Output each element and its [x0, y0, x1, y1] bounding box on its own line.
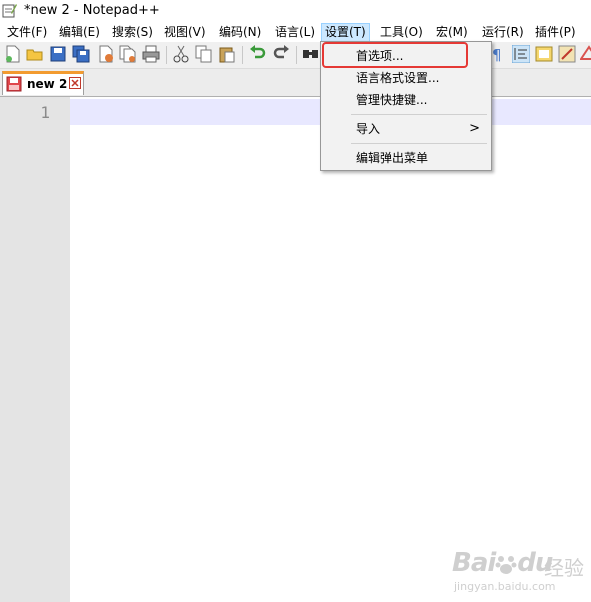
- menu-file[interactable]: 文件(F): [4, 24, 50, 41]
- unsaved-file-icon: [6, 76, 22, 92]
- menu-tools[interactable]: 工具(O): [377, 24, 426, 41]
- save-icon[interactable]: [49, 45, 67, 63]
- open-file-icon[interactable]: [26, 45, 44, 63]
- menu-edit[interactable]: 编辑(E): [56, 24, 103, 41]
- paste-icon[interactable]: [218, 45, 236, 63]
- menu-item-label: 导入: [356, 122, 381, 136]
- menu-item-label: 管理快捷键...: [356, 93, 428, 107]
- watermark-brand-part1: Bai: [452, 548, 496, 578]
- function-list-icon[interactable]: [558, 45, 576, 63]
- menu-search[interactable]: 搜索(S): [109, 24, 156, 41]
- tab-close-icon[interactable]: [69, 77, 81, 89]
- find-icon[interactable]: [302, 45, 320, 63]
- menu-separator: [351, 143, 487, 144]
- notepad-app-icon: [2, 4, 17, 18]
- close-icon[interactable]: [97, 45, 115, 63]
- watermark-url: jingyan.baidu.com: [454, 580, 556, 593]
- undo-icon[interactable]: [249, 45, 267, 63]
- menu-separator: [351, 114, 487, 115]
- paw-icon: [495, 556, 517, 574]
- annotation-highlight-box: [322, 42, 468, 68]
- title-bar: *new 2 - Notepad++: [0, 0, 591, 22]
- cut-icon[interactable]: [172, 45, 190, 63]
- menu-bar: 文件(F) 编辑(E) 搜索(S) 视图(V) 编码(N) 语言(L) 设置(T…: [0, 22, 591, 42]
- new-file-icon[interactable]: [4, 45, 22, 63]
- print-icon[interactable]: [142, 45, 160, 63]
- menu-item-style-configurator[interactable]: 语言格式设置...: [322, 67, 490, 89]
- menu-item-edit-popup-menu[interactable]: 编辑弹出菜单: [322, 147, 490, 169]
- menu-language[interactable]: 语言(L): [272, 24, 318, 41]
- baidu-watermark: Bai du 经验 jingyan.baidu.com: [452, 548, 587, 594]
- submenu-arrow-icon: >: [469, 121, 480, 136]
- redo-icon[interactable]: [272, 45, 290, 63]
- tab-label: new 2: [27, 77, 68, 91]
- toolbar-separator: [296, 46, 297, 64]
- menu-item-label: 语言格式设置...: [356, 71, 440, 85]
- menu-run[interactable]: 运行(R): [479, 24, 527, 41]
- menu-settings[interactable]: 设置(T): [321, 23, 370, 42]
- close-all-icon[interactable]: [119, 45, 137, 63]
- watermark-cn: 经验: [544, 556, 584, 580]
- tab-new-2[interactable]: new 2: [2, 71, 84, 95]
- copy-icon[interactable]: [195, 45, 213, 63]
- watermark-brand: Bai du: [452, 548, 553, 578]
- line-number-gutter: 1: [0, 97, 70, 602]
- menu-item-import[interactable]: 导入 >: [322, 118, 490, 140]
- toolbar-separator: [242, 46, 243, 64]
- folder-as-workspace-icon[interactable]: [580, 45, 591, 63]
- menu-item-shortcut-mapper[interactable]: 管理快捷键...: [322, 89, 490, 111]
- menu-encoding[interactable]: 编码(N): [216, 24, 264, 41]
- menu-view[interactable]: 视图(V): [161, 24, 209, 41]
- toolbar: ¶: [0, 42, 591, 69]
- doc-map-icon[interactable]: [535, 45, 553, 63]
- menu-item-label: 编辑弹出菜单: [356, 151, 429, 165]
- svg-text:¶: ¶: [492, 46, 502, 63]
- tab-bar: new 2: [0, 69, 591, 96]
- menu-macro[interactable]: 宏(M): [433, 24, 471, 41]
- editor-area[interactable]: 1: [0, 96, 591, 602]
- save-all-icon[interactable]: [72, 45, 90, 63]
- indent-guide-icon[interactable]: [512, 45, 530, 63]
- window-title: *new 2 - Notepad++: [24, 3, 160, 18]
- line-number: 1: [40, 103, 50, 122]
- toolbar-separator: [166, 46, 167, 64]
- menu-plugins[interactable]: 插件(P): [532, 24, 579, 41]
